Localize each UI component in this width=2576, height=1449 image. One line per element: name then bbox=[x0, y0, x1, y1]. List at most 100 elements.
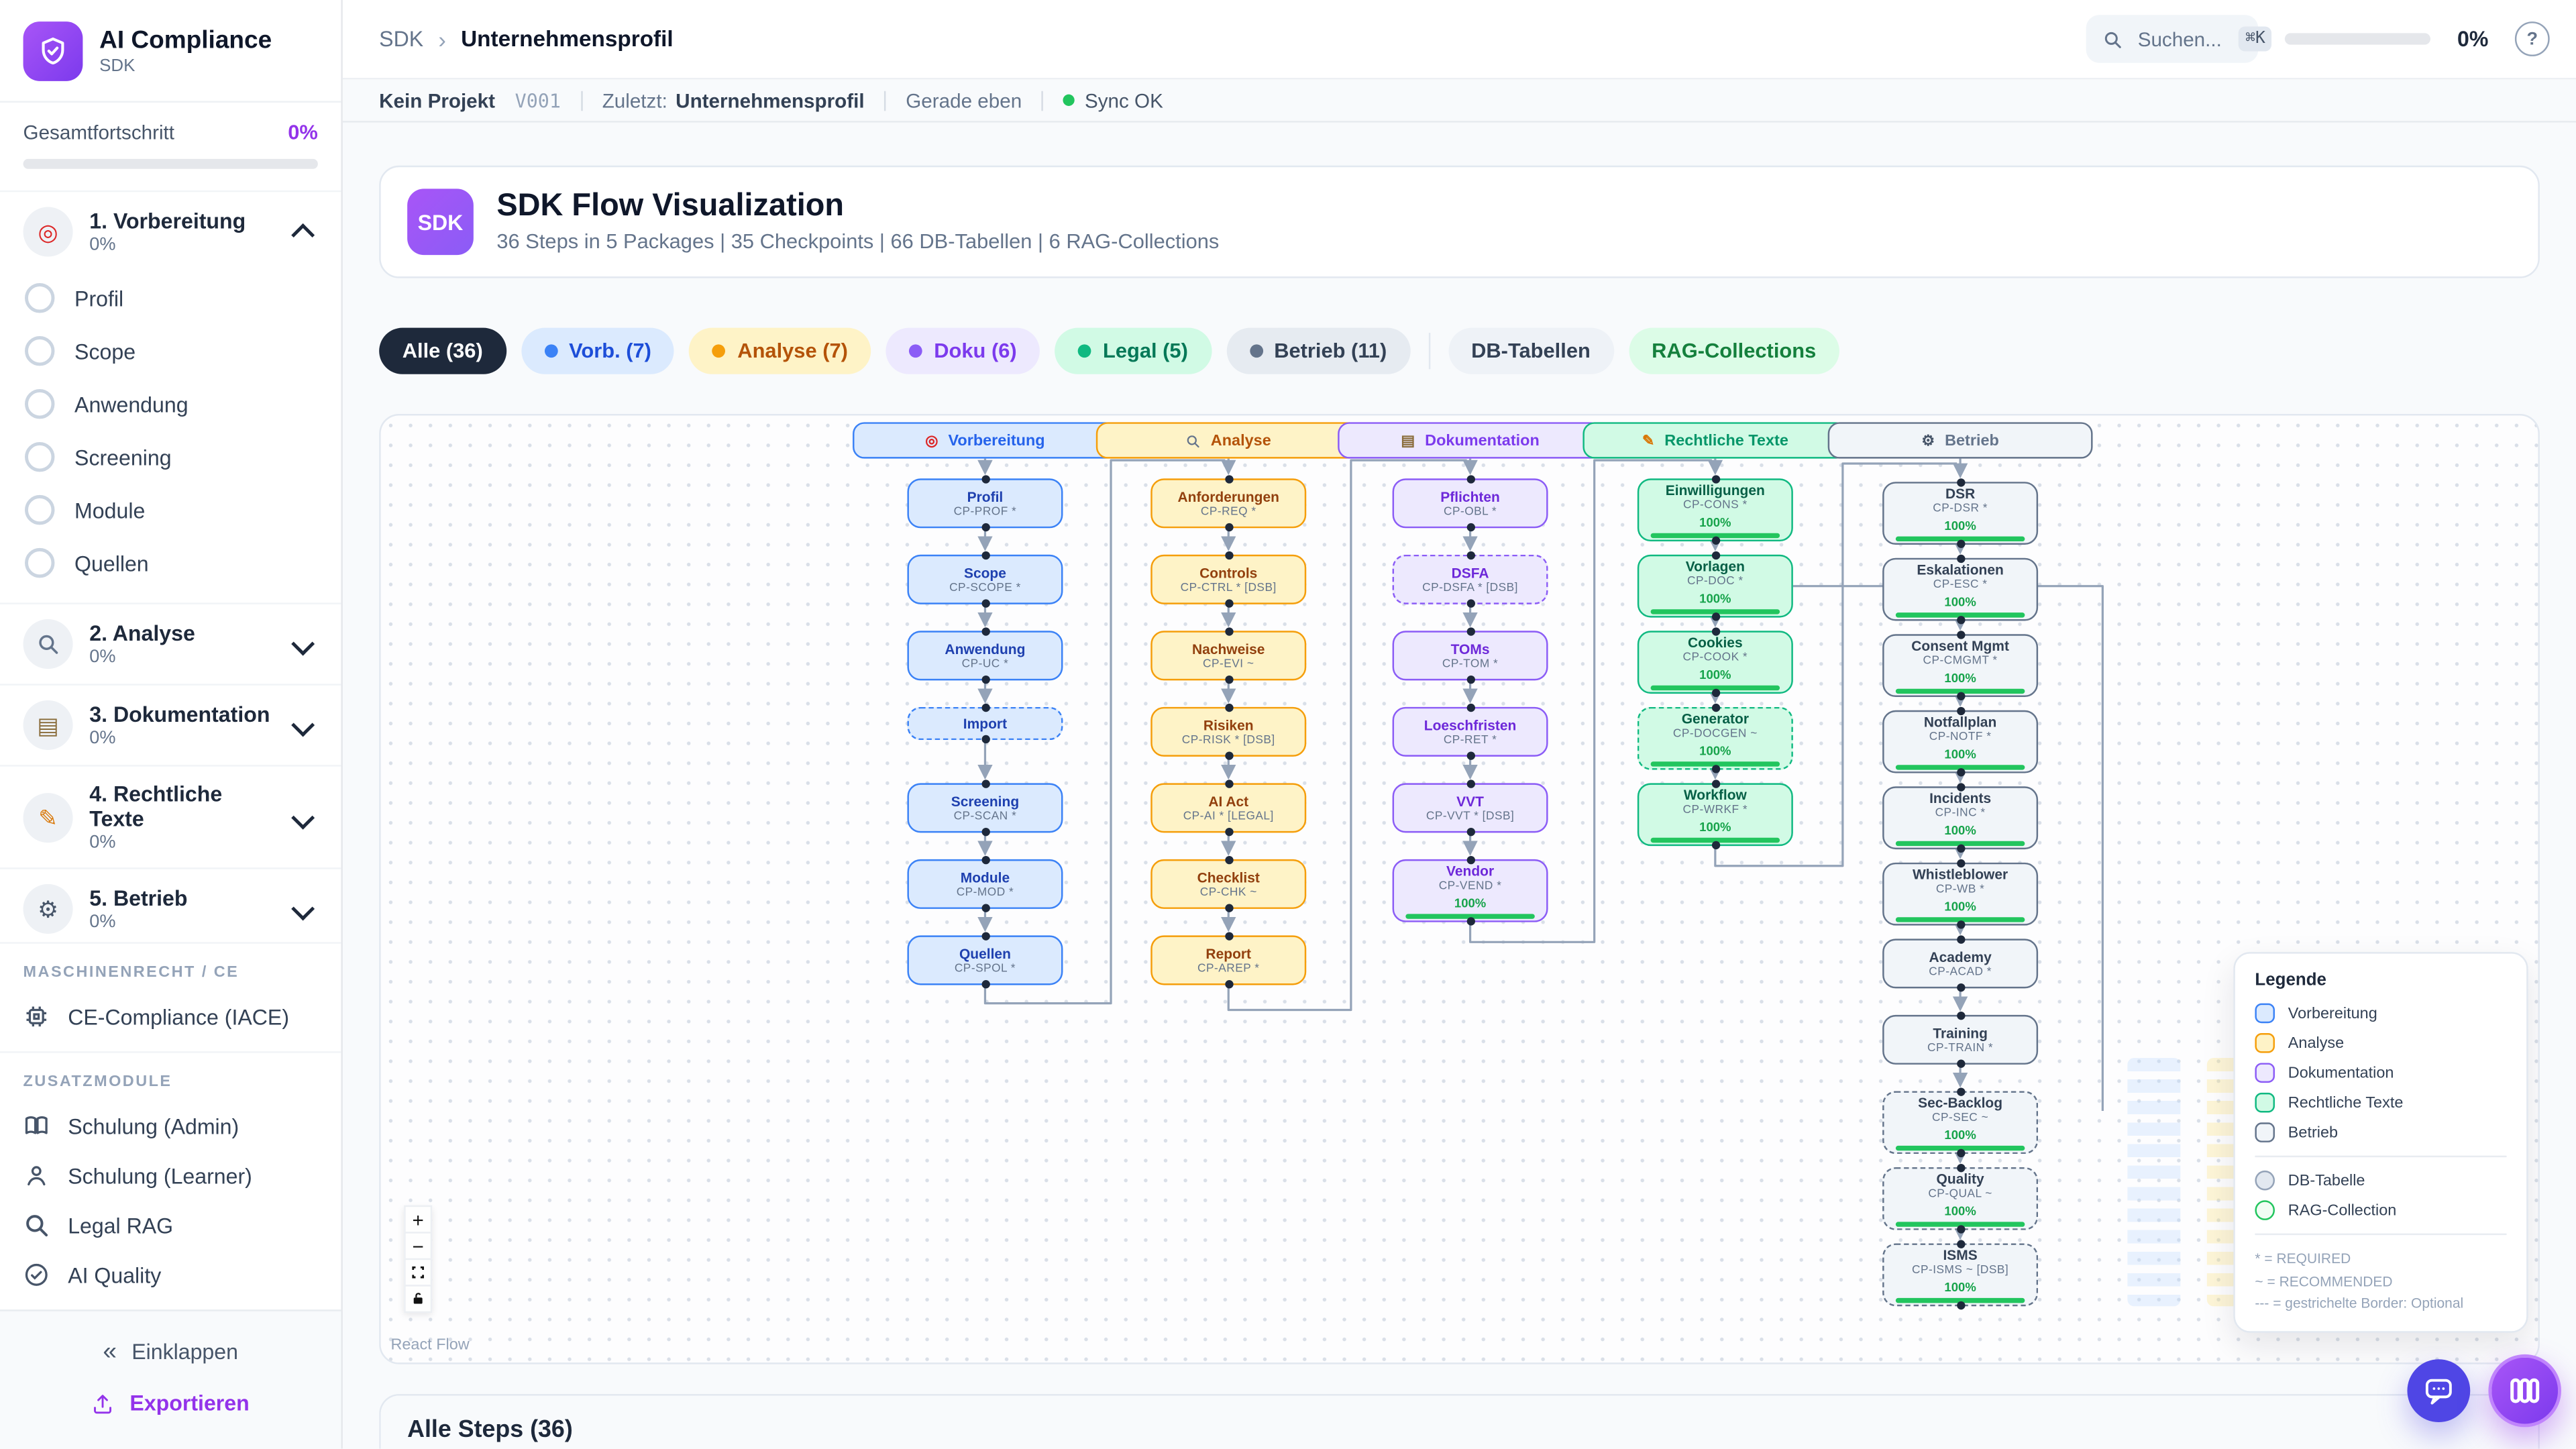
flow-package-header-doku[interactable]: ▤Dokumentation bbox=[1338, 422, 1603, 458]
flow-package-header-legal[interactable]: ✎Rechtliche Texte bbox=[1582, 422, 1847, 458]
flow-node-einwilligungen[interactable]: EinwilligungenCP-CONS *100% bbox=[1638, 478, 1793, 541]
flow-node-toms[interactable]: TOMsCP-TOM * bbox=[1393, 631, 1548, 680]
node-progress-bar bbox=[1896, 841, 2025, 847]
react-flow-attribution[interactable]: React Flow bbox=[390, 1336, 469, 1354]
sidebar-item-profil[interactable]: Profil bbox=[0, 272, 341, 325]
flow-canvas[interactable]: Legende Vorbereitung Analyse Dokumentation… bbox=[379, 414, 2540, 1364]
flow-node-scope[interactable]: ScopeCP-SCOPE * bbox=[907, 555, 1063, 604]
addons-section-header: ZUSATZMODULE bbox=[0, 1066, 341, 1101]
chevron-down-icon bbox=[291, 806, 315, 829]
sidebar-link-schulung-admin[interactable]: Schulung (Admin) bbox=[0, 1101, 341, 1150]
flow-package-header-vorb[interactable]: ◎Vorbereitung bbox=[853, 422, 1118, 458]
flow-node-isms[interactable]: ISMSCP-ISMS ~ [DSB]100% bbox=[1882, 1243, 2038, 1306]
status-circle-icon bbox=[25, 336, 54, 366]
filter-pill-all[interactable]: Alle (36) bbox=[379, 328, 506, 374]
flow-node-cookies[interactable]: CookiesCP-COOK *100% bbox=[1638, 631, 1793, 694]
legend-item-doku: Dokumentation bbox=[2255, 1064, 2506, 1084]
flow-node-module[interactable]: ModuleCP-MOD * bbox=[907, 859, 1063, 909]
legend-item-vorb: Vorbereitung bbox=[2255, 1004, 2506, 1024]
sidebar-item-quellen[interactable]: Quellen bbox=[0, 537, 341, 590]
filter-dot-icon bbox=[909, 344, 922, 358]
sidebar-link-legal-rag[interactable]: Legal RAG bbox=[0, 1200, 341, 1250]
help-icon[interactable]: ? bbox=[2515, 21, 2550, 56]
flow-node-consent-mgmt[interactable]: Consent MgmtCP-CMGMT *100% bbox=[1882, 634, 2038, 697]
sidebar-item-screening[interactable]: Screening bbox=[0, 431, 341, 484]
zoom-out-icon[interactable]: − bbox=[404, 1232, 432, 1260]
flow-node-incidents[interactable]: IncidentsCP-INC *100% bbox=[1882, 786, 2038, 849]
flow-node-risiken[interactable]: RisikenCP-RISK * [DSB] bbox=[1150, 707, 1306, 757]
sidebar-footer: « Einklappen Exportieren bbox=[0, 1309, 341, 1448]
filter-pill-doku[interactable]: Doku (6) bbox=[886, 328, 1040, 374]
flow-node-workflow[interactable]: WorkflowCP-WRKF *100% bbox=[1638, 783, 1793, 846]
sidebar-section-2-analyse[interactable]: 2. Analyse0% bbox=[0, 604, 341, 684]
flow-node-whistleblower[interactable]: WhistleblowerCP-WB *100% bbox=[1882, 863, 2038, 926]
flow-node-profil[interactable]: ProfilCP-PROF * bbox=[907, 478, 1063, 528]
node-progress-bar bbox=[1896, 536, 2025, 542]
sidebar-section-4-rechtliche-texte[interactable]: ✎4. Rechtliche Texte0% bbox=[0, 767, 341, 868]
flow-node-quality[interactable]: QualityCP-QUAL ~100% bbox=[1882, 1167, 2038, 1230]
legend-circle-icon bbox=[2255, 1201, 2275, 1221]
flow-node-vorlagen[interactable]: VorlagenCP-DOC *100% bbox=[1638, 555, 1793, 618]
sidebar-item-scope[interactable]: Scope bbox=[0, 325, 341, 378]
filter-pill-rag[interactable]: RAG-Collections bbox=[1629, 328, 1839, 374]
filter-pill-analyse[interactable]: Analyse (7) bbox=[690, 328, 871, 374]
flow-node-controls[interactable]: ControlsCP-CTRL * [DSB] bbox=[1150, 555, 1306, 604]
memo-icon: ✎ bbox=[23, 792, 73, 842]
flow-node-academy[interactable]: AcademyCP-ACAD * bbox=[1882, 938, 2038, 988]
sidebar-link-ai-quality[interactable]: AI Quality bbox=[0, 1250, 341, 1299]
flow-node-loeschfristen[interactable]: LoeschfristenCP-RET * bbox=[1393, 707, 1548, 757]
flow-node-screening[interactable]: ScreeningCP-SCAN * bbox=[907, 783, 1063, 833]
flow-package-header-analyse[interactable]: Analyse bbox=[1096, 422, 1361, 458]
chevron-down-icon bbox=[291, 897, 315, 920]
machine-section-header: MASCHINENRECHT / CE bbox=[0, 957, 341, 992]
flow-package-header-betrieb[interactable]: ⚙Betrieb bbox=[1828, 422, 2093, 458]
search-input[interactable] bbox=[2135, 25, 2227, 52]
flow-node-nachweise[interactable]: NachweiseCP-EVI ~ bbox=[1150, 631, 1306, 680]
flow-node-quellen[interactable]: QuellenCP-SPOL * bbox=[907, 935, 1063, 985]
sidebar-section-5-betrieb[interactable]: ⚙5. Betrieb0% bbox=[0, 869, 341, 943]
chip-icon bbox=[23, 1004, 50, 1030]
flow-node-training[interactable]: TrainingCP-TRAIN * bbox=[1882, 1015, 2038, 1065]
legend-item-betrieb: Betrieb bbox=[2255, 1123, 2506, 1143]
flow-node-sec-backlog[interactable]: Sec-BacklogCP-SEC ~100% bbox=[1882, 1091, 2038, 1154]
search-icon bbox=[23, 1212, 50, 1238]
flow-node-generator[interactable]: GeneratorCP-DOCGEN ~100% bbox=[1638, 707, 1793, 770]
sidebar-section-1-vorbereitung[interactable]: ◎1. Vorbereitung0% bbox=[0, 192, 341, 271]
zoom-in-icon[interactable]: + bbox=[404, 1205, 432, 1234]
filter-pill-betrieb[interactable]: Betrieb (11) bbox=[1226, 328, 1410, 374]
flow-node-checklist[interactable]: ChecklistCP-CHK ~ bbox=[1150, 859, 1306, 909]
page-title: SDK Flow Visualization bbox=[496, 190, 1219, 225]
flow-node-notfallplan[interactable]: NotfallplanCP-NOTF *100% bbox=[1882, 710, 2038, 773]
sidebar-link-schulung-learner[interactable]: Schulung (Learner) bbox=[0, 1150, 341, 1200]
chat-button[interactable] bbox=[2407, 1359, 2470, 1422]
flow-node-eskalationen[interactable]: EskalationenCP-ESC *100% bbox=[1882, 558, 2038, 621]
flow-node-vvt[interactable]: VVTCP-VVT * [DSB] bbox=[1393, 783, 1548, 833]
filter-pill-db[interactable]: DB-Tabellen bbox=[1448, 328, 1614, 374]
legend-title: Legende bbox=[2255, 971, 2506, 991]
collapse-sidebar-button[interactable]: « Einklappen bbox=[0, 1326, 341, 1378]
breadcrumb-root[interactable]: SDK bbox=[379, 26, 423, 51]
sidebar-item-module[interactable]: Module bbox=[0, 484, 341, 537]
flow-node-pflichten[interactable]: PflichtenCP-OBL * bbox=[1393, 478, 1548, 528]
sidebar-link-ce-compliance-iace[interactable]: CE-Compliance (IACE) bbox=[0, 991, 341, 1041]
flow-node-anforderungen[interactable]: AnforderungenCP-REQ * bbox=[1150, 478, 1306, 528]
lock-icon[interactable] bbox=[404, 1285, 432, 1313]
filter-pill-legal[interactable]: Legal (5) bbox=[1055, 328, 1211, 374]
flow-node-import[interactable]: Import bbox=[907, 707, 1063, 740]
filter-pill-vorb[interactable]: Vorb. (7) bbox=[521, 328, 675, 374]
node-progress-bar bbox=[1896, 1222, 2025, 1228]
magnifier-icon bbox=[1186, 433, 1201, 447]
fit-view-icon[interactable] bbox=[404, 1258, 432, 1287]
flow-node-anwendung[interactable]: AnwendungCP-UC * bbox=[907, 631, 1063, 680]
sidebar-item-anwendung[interactable]: Anwendung bbox=[0, 378, 341, 431]
sidebar-section-3-dokumentation[interactable]: ▤3. Dokumentation0% bbox=[0, 686, 341, 765]
flow-node-report[interactable]: ReportCP-AREP * bbox=[1150, 935, 1306, 985]
flow-node-ai-act[interactable]: AI ActCP-AI * [LEGAL] bbox=[1150, 783, 1306, 833]
flow-node-vendor[interactable]: VendorCP-VEND *100% bbox=[1393, 859, 1548, 922]
book-icon bbox=[23, 1112, 50, 1138]
search-box[interactable]: ⌘K bbox=[2086, 15, 2259, 63]
export-button[interactable]: Exportieren bbox=[0, 1377, 341, 1429]
panel-toggle-button[interactable] bbox=[2488, 1354, 2561, 1428]
flow-node-dsfa[interactable]: DSFACP-DSFA * [DSB] bbox=[1393, 555, 1548, 604]
flow-node-dsr[interactable]: DSRCP-DSR *100% bbox=[1882, 482, 2038, 545]
